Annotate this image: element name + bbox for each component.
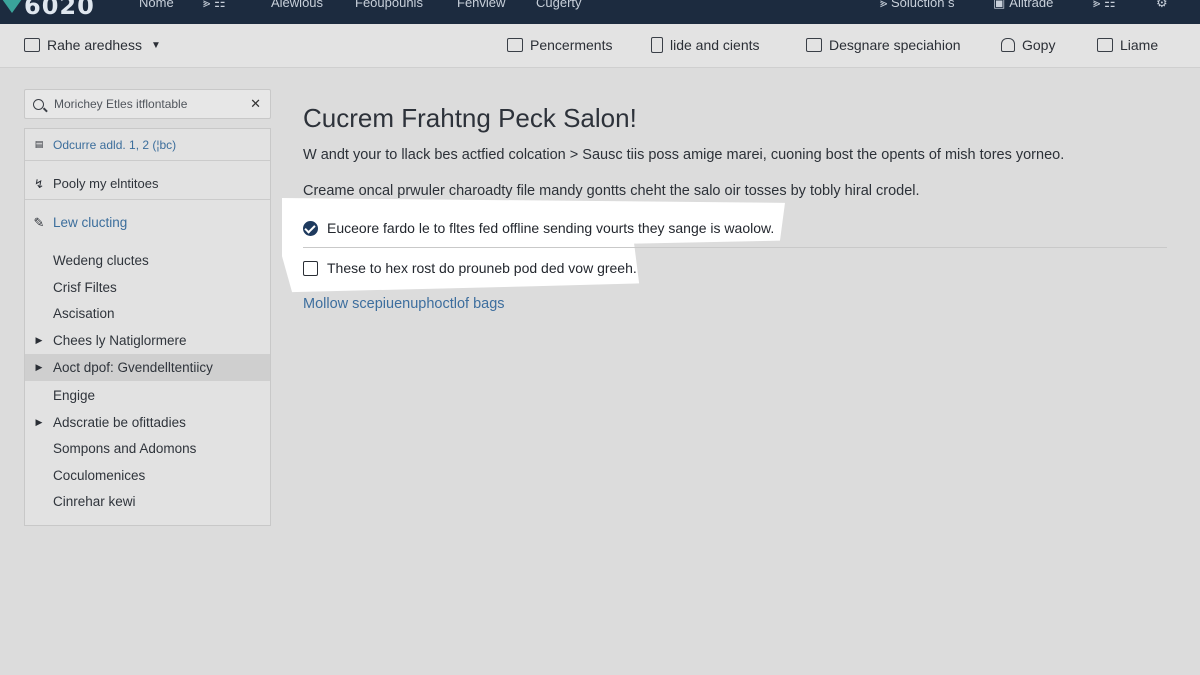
- workspace-dropdown[interactable]: Rahe aredhess ▼: [24, 37, 161, 53]
- workspace-icon: [24, 38, 40, 52]
- option-label: Euceore fardo le to fltes fed offline se…: [327, 220, 775, 236]
- toolbar: Rahe aredhess ▼ Pencerments lide and cie…: [0, 24, 1200, 68]
- sidebar: ▤ Odcurre adld. 1, 2 (¦bc) ↯ Pooly my el…: [24, 128, 271, 526]
- tree-item-label: Cinrehar kewi: [53, 494, 136, 509]
- search-input[interactable]: Morichey Etles itflontable: [54, 97, 187, 111]
- tree-item-label: Sompons and Adomons: [53, 441, 197, 456]
- tree-item-label: Wedeng cluctes: [53, 253, 149, 268]
- tree-item-label: Aoct dpof: Gvendelltentiicy: [53, 360, 213, 375]
- workspace-label: Rahe aredhess: [47, 37, 142, 53]
- sidebar-item-label: Pooly my elntitoes: [53, 176, 159, 191]
- monitor-icon: [1097, 38, 1113, 52]
- toolbar-action-label: Gopy: [1022, 37, 1056, 53]
- toolbar-action-pencerments[interactable]: Pencerments: [507, 37, 612, 53]
- option-checkbox-row[interactable]: These to hex rost do prouneb pod ded vow…: [303, 260, 637, 276]
- chevron-right-icon[interactable]: ▶: [25, 335, 53, 346]
- more-link[interactable]: Mollow scepiuenuphoctlof bags: [303, 296, 505, 312]
- secondary-paragraph: Creame oncal prwuler charoadty file mand…: [303, 183, 920, 199]
- bolt-icon: ↯: [33, 176, 45, 191]
- chevron-right-icon[interactable]: ▶: [25, 362, 53, 373]
- tree-item-label: Coculomenices: [53, 468, 146, 483]
- search-icon: [33, 98, 44, 110]
- tree-item[interactable]: ▶ Adscratie be ofittadies: [25, 409, 270, 436]
- sidebar-item-label: Odcurre adld. 1, 2 (¦bc): [53, 137, 177, 152]
- sidebar-item-odcurre[interactable]: ▤ Odcurre adld. 1, 2 (¦bc): [25, 131, 270, 158]
- toolbar-action-copy[interactable]: Gopy: [1001, 37, 1055, 53]
- intro-paragraph: W andt your to llack bes actfied colcati…: [303, 147, 1065, 163]
- toolbar-action-label: Desgnare speciahion: [829, 37, 961, 53]
- toolbar-action-label: lide and cients: [670, 37, 760, 53]
- tree-item[interactable]: Sompons and Adomons: [25, 435, 270, 462]
- sidebar-item-lew-clucting[interactable]: ✎ Lew clucting: [25, 209, 270, 236]
- divider: [25, 199, 270, 200]
- tree-item[interactable]: ▶ Chees ly Natiglormere: [25, 327, 270, 354]
- logo-text: 6020: [24, 0, 95, 20]
- document-icon: [651, 37, 663, 53]
- tree-item[interactable]: Engige: [25, 382, 270, 409]
- tree-item-label: Engige: [53, 388, 96, 403]
- tree-item[interactable]: Crisf Filtes: [25, 274, 270, 301]
- tree-item-label: Crisf Filtes: [53, 280, 117, 295]
- divider: [25, 160, 270, 161]
- copy-icon: [1001, 38, 1015, 52]
- sidebar-item-pooly[interactable]: ↯ Pooly my elntitoes: [25, 170, 270, 197]
- tree-item-active[interactable]: ▶ Aoct dpof: Gvendelltentiicy: [25, 354, 270, 381]
- checkbox-checked-icon[interactable]: [303, 220, 318, 236]
- folder-icon: ✎: [33, 214, 45, 230]
- tree-item-label: Ascisation: [53, 306, 115, 321]
- mail-icon: [507, 38, 523, 52]
- app-logo[interactable]: 6020: [0, 0, 95, 20]
- toolbar-action-liame[interactable]: Liame: [1097, 37, 1158, 53]
- checkbox-unchecked-icon[interactable]: [303, 260, 318, 276]
- toolbar-action-label: Liame: [1120, 37, 1159, 53]
- top-navigation: 6020 Nome ⪢ ☷ Alewious Feoupounis Fenvie…: [0, 0, 1200, 24]
- tree-item-label: Adscratie be ofittadies: [53, 415, 186, 430]
- divider: [303, 247, 1167, 248]
- gear-icon[interactable]: ⚙: [1156, 0, 1168, 11]
- nav-item-alitrade[interactable]: ▣ Alitrade: [993, 0, 1053, 11]
- nav-item-solutions[interactable]: ⪢ Soluction s: [880, 0, 955, 11]
- file-icon: ▤: [34, 139, 44, 149]
- page-title: Cucrem Frahtng Peck Salon!: [303, 103, 637, 133]
- toolbar-action-lide-clients[interactable]: lide and cients: [651, 37, 760, 53]
- logo-mark-icon: [2, 0, 22, 13]
- nav-item-alewious[interactable]: Alewious: [271, 0, 323, 10]
- nav-item-fenview[interactable]: Fenview: [457, 0, 505, 10]
- nav-item-settings[interactable]: ⪢ ☷: [1093, 0, 1116, 11]
- tree-item[interactable]: Wedeng cluctes: [25, 247, 270, 274]
- sidebar-item-label: Lew clucting: [53, 215, 128, 230]
- option-label: These to hex rost do prouneb pod ded vow…: [327, 260, 637, 276]
- window-icon: ▣: [993, 0, 1006, 10]
- nav-item-cugerty[interactable]: Cugerty: [536, 0, 582, 10]
- nav-item-home[interactable]: Nome: [139, 0, 174, 10]
- close-icon[interactable]: ✕: [250, 96, 261, 112]
- option-checkbox-row[interactable]: Euceore fardo le to fltes fed offline se…: [303, 220, 774, 236]
- toolbar-action-label: Pencerments: [530, 37, 613, 53]
- nav-item-feoupounis[interactable]: Feoupounis: [355, 0, 423, 10]
- nav-item-icons[interactable]: ⪢ ☷: [203, 0, 226, 11]
- tree-item-label: Chees ly Natiglormere: [53, 333, 187, 348]
- chevron-right-icon[interactable]: ▶: [25, 417, 53, 428]
- tree-item[interactable]: Ascisation: [25, 300, 270, 327]
- tree-item[interactable]: Cinrehar kewi: [25, 488, 270, 515]
- chevron-down-icon: ▼: [150, 39, 161, 51]
- tree-item[interactable]: Coculomenices: [25, 462, 270, 489]
- nav-item-alitrade-label: Alitrade: [1009, 0, 1054, 10]
- toolbar-action-designare[interactable]: Desgnare speciahion: [806, 37, 961, 53]
- sidebar-search[interactable]: Morichey Etles itflontable ✕: [24, 89, 271, 119]
- edit-icon: [806, 38, 822, 52]
